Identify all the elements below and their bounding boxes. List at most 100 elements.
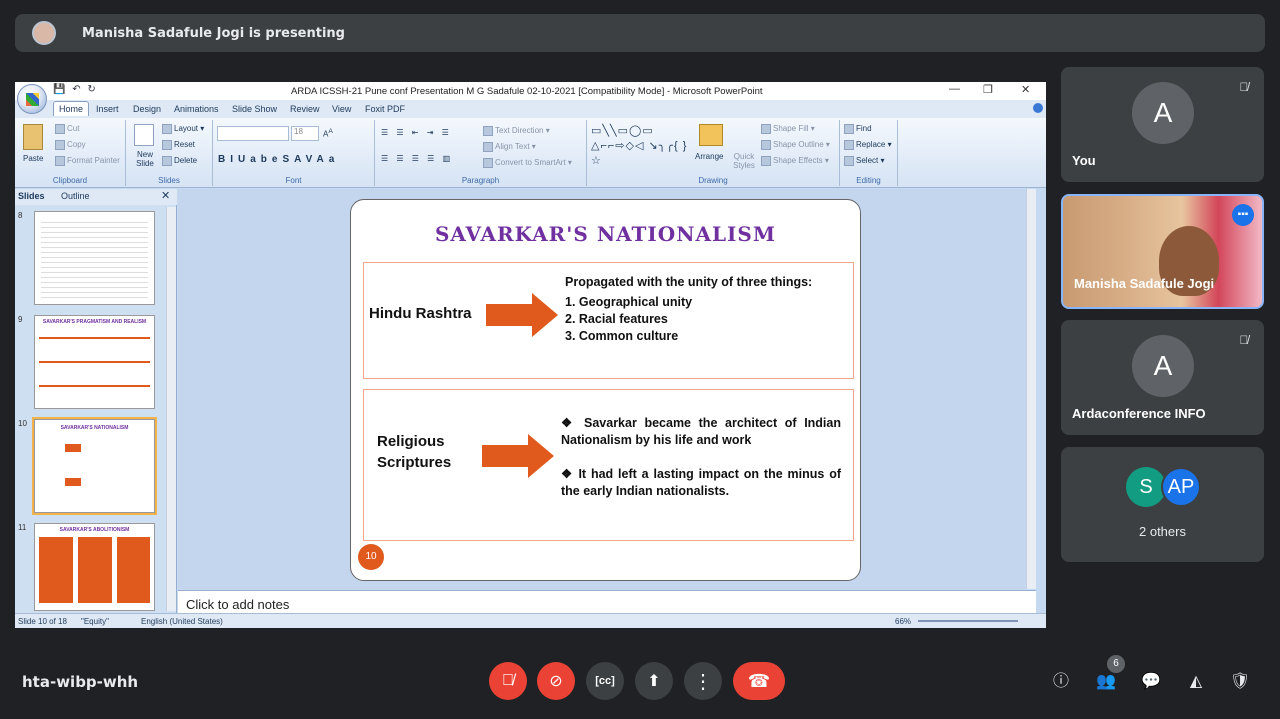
shared-screen-powerpoint: ARDA ICSSH-21 Pune conf Presentation M G…: [15, 82, 1046, 628]
drawing-group: ▭╲╲▭◯▭ △⌐⌐⇨◇◁ ↘╮╭{ }☆ Arrange Quick Styl…: [587, 120, 840, 186]
captions-button[interactable]: [cc]: [586, 662, 624, 700]
select-button: Select ▾: [844, 156, 884, 166]
religious-label: Religious: [377, 433, 445, 450]
font-label: Font: [285, 176, 302, 185]
undo-icon: ↶: [72, 84, 81, 95]
copy-button: Copy: [55, 140, 86, 150]
participant-tile-presenter[interactable]: ▪▪▪ Manisha Sadafule Jogi: [1061, 194, 1264, 309]
clipboard-group: Paste Cut Copy Format Painter Clipboard: [15, 120, 126, 186]
avatar: AP: [1161, 467, 1201, 507]
paste-button: Paste: [23, 154, 44, 163]
tab-review: Review: [290, 104, 320, 114]
host-controls-button[interactable]: 🛡: [1228, 670, 1252, 694]
notes-placeholder: Click to add notes: [186, 597, 290, 612]
slides-group: New Slide Layout ▾ Reset Delete Slides: [126, 120, 213, 186]
grow-font-icon: AA: [323, 128, 333, 139]
list-item: 3. Common culture: [565, 329, 679, 343]
delete-button: Delete: [162, 156, 197, 166]
format-painter-button: Format Painter: [55, 156, 120, 166]
mic-off-icon: 🎙̸: [1239, 80, 1249, 94]
notes-pane: Click to add notes: [178, 590, 1036, 614]
clipboard-label: Clipboard: [52, 176, 88, 185]
reset-button: Reset: [162, 140, 195, 150]
participant-name: Manisha Sadafule Jogi: [1074, 276, 1215, 291]
activities-button[interactable]: ◭: [1184, 670, 1208, 694]
slide-canvas: SAVARKAR'S NATIONALISM Hindu Rashtra Pro…: [178, 189, 1036, 589]
people-button[interactable]: 👥: [1094, 670, 1118, 694]
right-arrow-icon: [486, 293, 558, 337]
participant-name: Ardaconference INFO: [1072, 406, 1206, 421]
info-icon: ⓘ: [1052, 673, 1069, 690]
thumb-number-8: 8: [18, 211, 23, 220]
host-controls-icon: 🛡: [1229, 673, 1251, 690]
camera-toggle-button[interactable]: ⊘: [537, 662, 575, 700]
people-icon: 👥: [1096, 673, 1116, 690]
thumb-number-10: 10: [18, 419, 27, 428]
slides-label: Slides: [158, 176, 180, 185]
activities-icon: ◭: [1189, 673, 1203, 690]
meeting-details-button[interactable]: ⓘ: [1049, 670, 1073, 694]
right-arrow-icon: [482, 434, 554, 478]
arrange-icon: [699, 124, 723, 146]
participant-tile-you[interactable]: A You 🎙̸: [1061, 67, 1264, 182]
paste-icon: [23, 124, 43, 150]
paragraph-label: Paragraph: [461, 176, 500, 185]
tab-foxit-pdf: Foxit PDF: [365, 104, 406, 114]
shape-effects-button: Shape Effects ▾: [761, 156, 829, 166]
tab-slide-show: Slide Show: [232, 104, 278, 114]
participant-name: You: [1072, 153, 1096, 168]
pane-tabs: Slides Outline ✕: [15, 189, 177, 205]
chat-button[interactable]: 💬: [1139, 670, 1163, 694]
propagated-heading: Propagated with the unity of three thing…: [565, 275, 813, 289]
outline-tab: Outline: [61, 191, 90, 201]
participant-tile-others[interactable]: S AP 2 others: [1061, 447, 1264, 562]
present-button[interactable]: ⬆: [635, 662, 673, 700]
quick-access-toolbar: 💾 ↶ ↻: [53, 84, 96, 95]
mic-off-icon: 🎙̸: [502, 672, 514, 689]
point-impact: ❖ It had left a lasting impact on the mi…: [561, 467, 841, 498]
religious-scriptures-box: Religious Scriptures ❖ Savarkar became t…: [363, 389, 854, 541]
slide-thumb-10: SAVARKAR'S NATIONALISM: [32, 417, 157, 515]
tab-view: View: [332, 104, 352, 114]
slides-tab: Slides: [18, 191, 45, 201]
slide-title: SAVARKAR'S NATIONALISM: [434, 222, 776, 246]
slide-count: Slide 10 of 18: [18, 617, 67, 626]
camera-off-icon: ⊘: [549, 673, 563, 690]
editing-label: Editing: [856, 176, 881, 185]
mic-toggle-button[interactable]: 🎙̸: [489, 662, 527, 700]
new-slide-button: New Slide: [136, 150, 154, 168]
minimize-icon: —: [949, 83, 960, 95]
hindu-rashtra-box: Hindu Rashtra Propagated with the unity …: [363, 262, 854, 379]
tab-animations: Animations: [174, 104, 219, 114]
font-format-icons: BIUabeSAVAa: [218, 154, 340, 165]
slide-thumb-8: [34, 211, 155, 305]
redo-icon: ↻: [87, 84, 96, 95]
slides-pane: Slides Outline ✕ 8 9 SAVARKAR'S PRAGMATI…: [15, 189, 177, 613]
restore-icon: ❐: [983, 84, 993, 96]
cut-button: Cut: [55, 124, 79, 134]
new-slide-icon: [134, 124, 154, 146]
presenter-avatar: [32, 21, 56, 45]
more-options-button[interactable]: ⋮: [684, 662, 722, 700]
participant-name: 2 others: [1139, 524, 1186, 539]
drawing-label: Drawing: [698, 176, 728, 185]
text-direction-button: Text Direction ▾: [483, 126, 550, 136]
ppt-titlebar: ARDA ICSSH-21 Pune conf Presentation M G…: [15, 82, 1046, 100]
tab-design: Design: [133, 104, 162, 114]
end-call-button[interactable]: ☎: [733, 662, 785, 700]
speaking-icon: ▪▪▪: [1232, 204, 1254, 226]
present-icon: ⬆: [647, 673, 661, 690]
ppt-window-title: ARDA ICSSH-21 Pune conf Presentation M G…: [291, 86, 763, 97]
avatar: A: [1132, 82, 1194, 144]
close-pane-icon: ✕: [161, 190, 171, 202]
paragraph-group: ☰ ☰ ⇤ ⇥ ☰ ☰ ☰ ☰ ☰ ▥ Text Direction ▾ Ali…: [375, 120, 587, 186]
thumb-number-11: 11: [18, 523, 27, 532]
editing-group: Find Replace ▾ Select ▾ Editing: [840, 120, 898, 186]
arrange-button: Arrange: [695, 152, 724, 161]
slide-number-badge: 10: [358, 544, 384, 570]
presenting-text: Manisha Sadafule Jogi is presenting: [82, 25, 345, 41]
participant-tile-ardaconference[interactable]: A Ardaconference INFO 🎙̸: [1061, 320, 1264, 435]
align-icons: ☰ ☰ ☰ ☰ ▥: [381, 154, 454, 163]
meeting-code: hta-wibp-whh: [22, 673, 139, 691]
slide-thumb-9: SAVARKAR'S PRAGMATISM AND REALISM: [34, 315, 155, 409]
